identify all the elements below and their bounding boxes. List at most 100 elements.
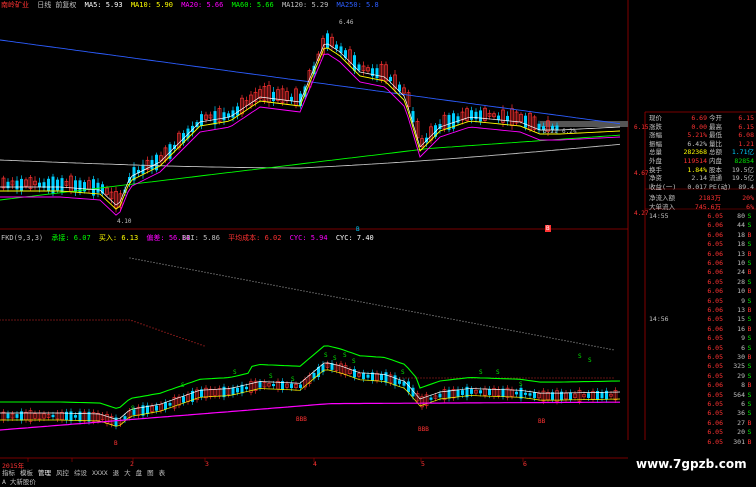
signal-s: S [578,353,582,360]
cost-dot [426,313,428,315]
cost-dot [432,377,434,379]
tick-volume: 8 [741,381,745,390]
candle-body [290,96,293,101]
candle-body [191,125,194,133]
main-legend: 南岭矿业 日线 前复权 MA5: 5.93 MA10: 5.90 MA20: 5… [1,0,383,10]
candle-body [335,44,338,49]
tick-price: 6.05 [707,212,723,220]
tab-2[interactable]: 管理 [38,469,51,477]
tick-price: 6.06 [707,324,723,333]
tick-volume: 325 [733,362,745,371]
cost-dot [8,319,10,321]
ind-candle-body [470,389,473,394]
cost-dot [600,346,602,349]
cost-dot [53,319,55,321]
cost-dot [579,377,581,379]
ma60-label: MA60: 5.66 [231,1,274,9]
cost-dot [35,319,37,321]
ind-candle-body [398,380,401,384]
cost-dot [137,322,139,324]
cost-dot [192,269,194,271]
cost-dot [405,309,407,311]
tab-9[interactable]: 图 [147,469,154,477]
candle-body [375,68,379,79]
quote-value: 82854 [734,157,754,165]
tick-volume: 9 [741,296,745,305]
cost-dot [318,293,320,295]
cost-dot [185,339,187,341]
x-tick-feb: 2 [130,460,134,468]
cost-dot [270,284,272,286]
quote-value: 6.15 [738,114,754,122]
signal-bbb: BBB [296,416,307,423]
cost-dot [450,318,452,320]
tick-row: 6.05 30 B [645,353,753,362]
cost-dot [26,319,28,321]
cost-dot [288,287,290,289]
cost-dot [339,297,341,299]
cost-dot [369,303,371,305]
quote-value: 0.017 [687,182,707,191]
cost-dot [342,297,344,300]
cost-dot [225,275,227,277]
cost-dot [291,288,293,290]
cost-dot [231,276,233,278]
cost-dot [591,345,593,347]
chart-mode[interactable]: 日线 前复权 [37,1,76,9]
ind-candle-body [299,384,302,388]
tick-side: S [747,315,752,324]
cost-dot [150,261,152,263]
cost-dot [203,345,205,347]
ind-candle-body [587,393,590,398]
cost-dot [408,377,410,379]
deviation-line [0,401,620,431]
quote-value: 1.84% [687,165,707,174]
indicator-title[interactable]: FKD(9,3,3) [1,234,43,242]
candle-body [47,178,50,192]
cost-dot [101,319,103,321]
tick-side: S [747,343,752,352]
ind-candle-body [272,383,275,387]
signal-s: S [324,352,328,359]
cost-dot [450,377,452,379]
tab-1[interactable]: 模板 [20,469,33,477]
cost-dot [612,377,614,379]
tick-volume: 18 [737,230,745,239]
tab-3[interactable]: 风控 [56,469,69,477]
bbi-line [0,369,621,427]
cost-dot [561,377,563,379]
cost-dot [543,377,545,379]
tick-volume: 36 [737,409,745,418]
tab-10[interactable]: 表 [159,469,166,477]
quote-value: 0.00 [691,122,707,131]
ma120-label: MA120: 5.29 [281,1,329,9]
signal-s: S [333,355,337,362]
ind-candle-body [456,389,460,397]
tab-7[interactable]: 大 [124,469,131,477]
stock-title[interactable]: 南岭矿业 [1,1,29,9]
tab-8[interactable]: 盘 [136,469,143,477]
marker-b-1: B [356,226,360,233]
quote-value: 119514 [683,157,707,165]
cost-dot [122,319,124,321]
tab-0[interactable]: 指标 [2,469,15,477]
tick-volume: 80 [737,212,745,220]
kline-chart[interactable] [0,0,756,487]
tab-6[interactable]: 退 [113,469,120,477]
tick-volume: 18 [737,240,745,249]
cost-dot [173,334,175,336]
signal-s: S [588,357,592,364]
tab-4[interactable]: 综设 [74,469,87,477]
cost-dot [210,272,212,274]
cost-dot [417,377,419,379]
cost-dot [129,257,131,259]
cost-dot [47,319,49,321]
cost-dot [315,292,317,294]
tab-5[interactable]: XXXX [92,469,108,477]
cost-dot [384,305,386,308]
quote-label: 振幅 [649,139,662,148]
quote-row: 外盘 119514 内盘 82854 [647,157,754,165]
cost-dot [77,319,79,321]
flow-label: 大单流入 [649,202,675,211]
cost-dot [456,377,458,379]
